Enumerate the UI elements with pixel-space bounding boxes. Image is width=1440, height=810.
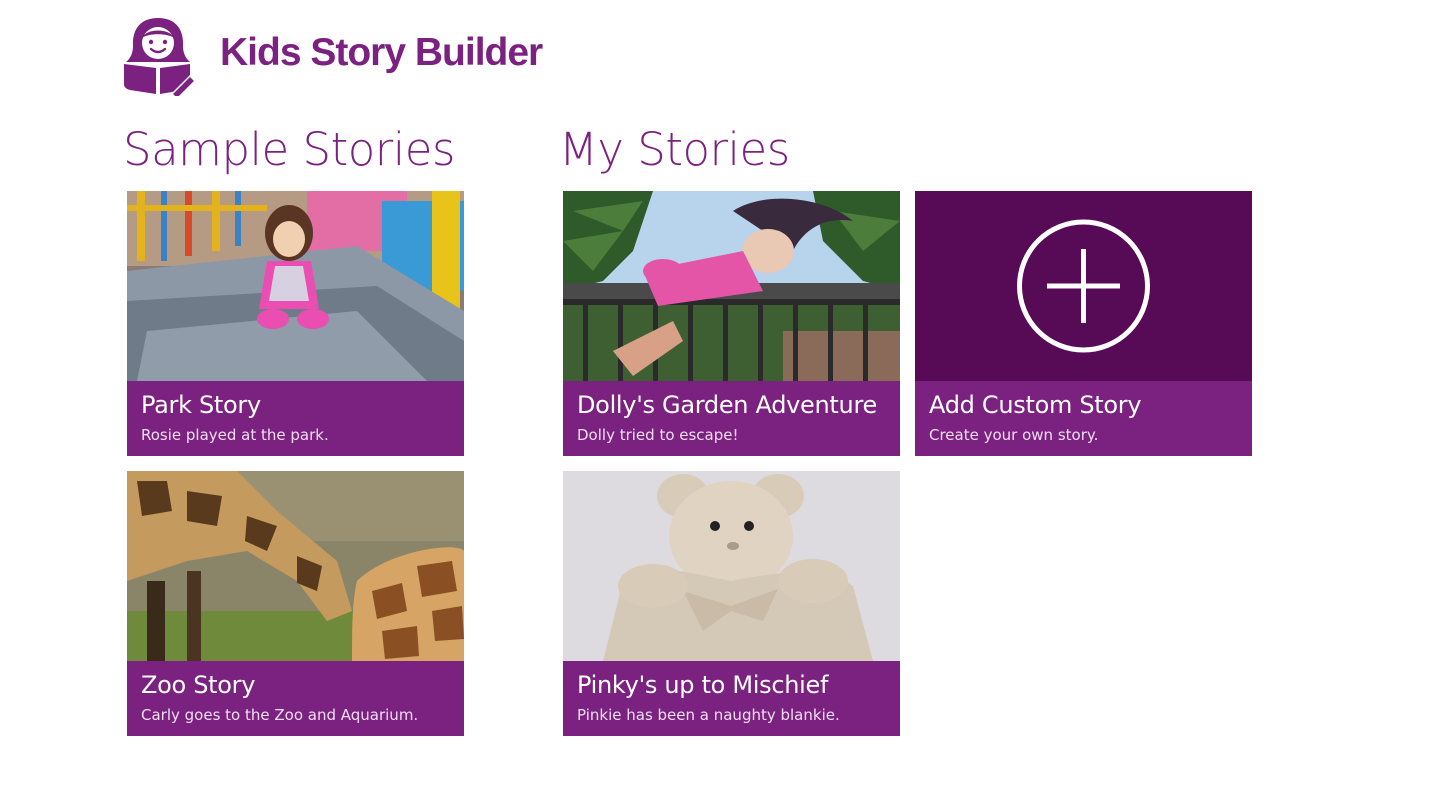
add-tile-banner (915, 191, 1252, 381)
story-subtitle: Dolly tried to escape! (577, 426, 739, 444)
plus-circle-icon (1017, 219, 1150, 353)
story-caption: Pinky's up to Mischief Pinkie has been a… (563, 661, 900, 736)
story-tile-pinky[interactable]: Pinky's up to Mischief Pinkie has been a… (563, 471, 900, 736)
story-tile-park[interactable]: Park Story Rosie played at the park. (127, 191, 464, 456)
add-story-subtitle: Create your own story. (929, 426, 1099, 444)
story-caption: Park Story Rosie played at the park. (127, 381, 464, 456)
story-tile-dolly[interactable]: Dolly's Garden Adventure Dolly tried to … (563, 191, 900, 456)
giraffes-image (127, 471, 464, 661)
story-tile-zoo[interactable]: Zoo Story Carly goes to the Zoo and Aqua… (127, 471, 464, 736)
add-story-title: Add Custom Story (929, 391, 1142, 419)
story-caption: Add Custom Story Create your own story. (915, 381, 1252, 456)
girl-reading-book-icon (120, 16, 197, 101)
doll-on-fence-image (563, 191, 900, 381)
app-title: Kids Story Builder (220, 31, 543, 74)
doll-on-slide-image (127, 191, 464, 381)
add-custom-story-tile[interactable]: Add Custom Story Create your own story. (915, 191, 1252, 456)
story-subtitle: Rosie played at the park. (141, 426, 329, 444)
story-subtitle: Pinkie has been a naughty blankie. (577, 706, 840, 724)
my-stories-heading: My Stories (559, 123, 790, 176)
story-caption: Dolly's Garden Adventure Dolly tried to … (563, 381, 900, 456)
story-caption: Zoo Story Carly goes to the Zoo and Aqua… (127, 661, 464, 736)
sample-stories-heading: Sample Stories (123, 123, 455, 176)
story-title: Dolly's Garden Adventure (577, 391, 877, 419)
story-subtitle: Carly goes to the Zoo and Aquarium. (141, 706, 419, 724)
story-title: Park Story (141, 391, 261, 419)
teddy-blankie-image (563, 471, 900, 661)
story-title: Zoo Story (141, 671, 256, 699)
story-title: Pinky's up to Mischief (577, 671, 829, 699)
app-page: Kids Story Builder Sample Stories My Sto… (0, 0, 1440, 810)
